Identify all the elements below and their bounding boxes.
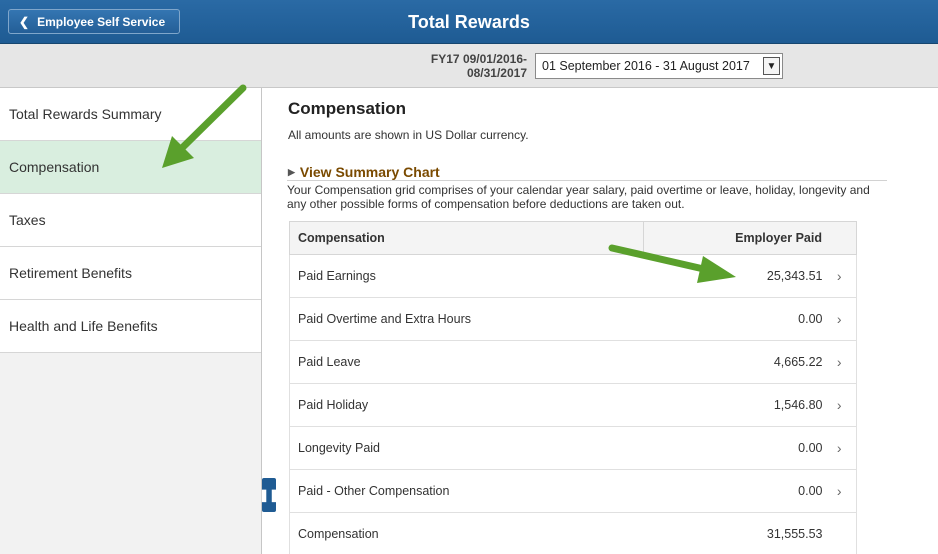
table-header-row: Compensation Employer Paid [289, 221, 858, 255]
chevron-right-icon[interactable]: › [822, 254, 857, 298]
chevron-left-icon: ❮ [19, 14, 30, 29]
row-amount: 31,555.53 [643, 512, 823, 554]
triangle-right-icon: ▶ [288, 166, 295, 177]
sidebar-empty-area [0, 353, 261, 553]
chevron-right-icon[interactable]: › [822, 340, 857, 384]
chevron-right-icon[interactable]: › [822, 383, 857, 427]
row-label: Longevity Paid [289, 426, 644, 470]
main-content: Compensation All amounts are shown in US… [287, 88, 938, 554]
sidebar-item-health-and-life-benefits[interactable]: Health and Life Benefits [0, 300, 261, 353]
column-header-compensation: Compensation [289, 221, 644, 255]
chevron-right-icon[interactable]: › [822, 469, 857, 513]
row-label: Paid Leave [289, 340, 644, 384]
period-label: FY17 09/01/2016- 08/31/2017 [430, 52, 527, 80]
row-amount: 25,343.51 [643, 254, 823, 298]
pause-icon: ❚❚ [258, 488, 280, 502]
row-amount: 0.00 [643, 469, 823, 513]
row-label: Paid Earnings [289, 254, 644, 298]
chevron-right-icon[interactable]: › [822, 426, 857, 470]
row-amount: 0.00 [643, 297, 823, 341]
chevron-down-icon[interactable]: ▼ [763, 57, 780, 75]
table-row[interactable]: Paid Earnings 25,343.51 › [289, 254, 857, 298]
table-row[interactable]: Paid - Other Compensation 0.00 › [289, 469, 857, 513]
row-label: Compensation [289, 512, 644, 554]
sidebar-item-retirement-benefits[interactable]: Retirement Benefits [0, 247, 261, 300]
row-amount: 0.00 [643, 426, 823, 470]
period-select[interactable]: 01 September 2016 - 31 August 2017 ▼ [535, 53, 783, 79]
chevron-right-icon[interactable]: › [822, 297, 857, 341]
row-spacer [822, 512, 857, 554]
sidebar-item-total-rewards-summary[interactable]: Total Rewards Summary [0, 88, 261, 141]
currency-note: All amounts are shown in US Dollar curre… [288, 128, 529, 142]
row-label: Paid - Other Compensation [289, 469, 644, 513]
row-amount: 4,665.22 [643, 340, 823, 384]
collapse-sidebar-button[interactable]: ❚❚ [258, 478, 280, 512]
column-header-employer-paid: Employer Paid [642, 221, 858, 255]
section-description: Your Compensation grid comprises of your… [287, 183, 870, 211]
row-label: Paid Holiday [289, 383, 644, 427]
back-button[interactable]: ❮ Employee Self Service [8, 9, 180, 34]
row-amount: 1,546.80 [643, 383, 823, 427]
view-summary-chart-link[interactable]: ▶ View Summary Chart [288, 164, 440, 180]
sidebar-item-compensation[interactable]: Compensation [0, 141, 261, 194]
table-row[interactable]: Paid Overtime and Extra Hours 0.00 › [289, 297, 857, 341]
table-total-row: Compensation 31,555.53 [289, 512, 857, 554]
period-select-value: 01 September 2016 - 31 August 2017 [542, 59, 750, 73]
row-label: Paid Overtime and Extra Hours [289, 297, 644, 341]
compensation-table: Compensation Employer Paid Paid Earnings… [289, 221, 858, 554]
period-bar: FY17 09/01/2016- 08/31/2017 01 September… [0, 44, 938, 88]
sidebar-item-taxes[interactable]: Taxes [0, 194, 261, 247]
sidebar: Total Rewards Summary Compensation Taxes… [0, 88, 262, 554]
divider [287, 180, 887, 181]
table-row[interactable]: Longevity Paid 0.00 › [289, 426, 857, 470]
header-bar: ❮ Employee Self Service Total Rewards [0, 0, 938, 44]
back-button-label: Employee Self Service [37, 14, 166, 29]
table-row[interactable]: Paid Holiday 1,546.80 › [289, 383, 857, 427]
section-title: Compensation [288, 99, 407, 118]
table-row[interactable]: Paid Leave 4,665.22 › [289, 340, 857, 384]
